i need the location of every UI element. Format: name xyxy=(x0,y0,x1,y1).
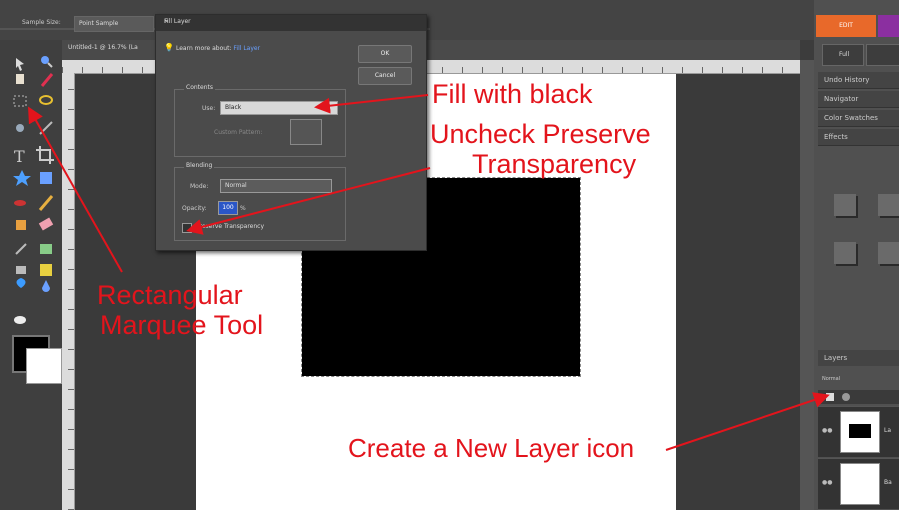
blending-legend: Blending xyxy=(184,162,215,169)
layer-thumbnail xyxy=(840,463,880,505)
cancel-button[interactable]: Cancel xyxy=(358,67,412,85)
mode-label: Mode: xyxy=(190,183,209,190)
layers-toolbar xyxy=(818,390,899,404)
layer-name: La xyxy=(884,427,892,434)
layer-row[interactable]: ●● Ba xyxy=(818,458,899,509)
close-icon[interactable]: × xyxy=(164,18,418,25)
opacity-input[interactable]: 100 xyxy=(218,201,238,215)
straighten-tool-icon[interactable] xyxy=(40,172,52,184)
panel-effects[interactable]: Effects xyxy=(818,129,899,146)
hand-tool-icon[interactable] xyxy=(16,74,24,84)
layer-thumbnail-black xyxy=(849,424,871,438)
full-edit-button[interactable]: Full xyxy=(822,44,864,66)
layer-thumbnail xyxy=(840,411,880,453)
effect-thumbnail[interactable] xyxy=(834,242,856,264)
uncheck-preserve-annotation-line1: Uncheck Preserve xyxy=(430,119,651,149)
rectangular-marquee-annotation-line2: Marquee Tool xyxy=(100,310,264,340)
paint-bucket-tool-icon[interactable] xyxy=(15,243,27,255)
tool-icons: T xyxy=(13,56,54,324)
effect-thumbnail[interactable] xyxy=(834,194,856,216)
panel-color-swatches[interactable]: Color Swatches xyxy=(818,110,899,127)
dialog-title-bar[interactable]: Fill Layer × xyxy=(156,15,426,31)
opacity-unit: % xyxy=(240,205,246,212)
custom-pattern-label: Custom Pattern: xyxy=(214,129,263,136)
create-mode-tab[interactable] xyxy=(878,15,899,37)
learn-more-link[interactable]: Fill Layer xyxy=(233,45,260,52)
magic-wand-tool-icon[interactable] xyxy=(39,121,53,135)
layer-name: Ba xyxy=(884,479,892,486)
brush-tool-icon[interactable] xyxy=(38,195,54,211)
clone-stamp-tool-icon[interactable] xyxy=(16,220,26,230)
contents-legend: Contents xyxy=(184,84,215,91)
rectangular-marquee-tool-icon[interactable] xyxy=(13,95,27,107)
layer-blend-mode[interactable]: Normal xyxy=(822,373,899,385)
effect-thumbnail[interactable] xyxy=(878,194,899,216)
adjustment-layer-icon[interactable] xyxy=(842,393,850,401)
background-color-swatch[interactable] xyxy=(26,348,62,384)
smart-brush-tool-icon[interactable] xyxy=(14,316,26,324)
visibility-icon[interactable]: ●● xyxy=(822,479,832,486)
vertical-scrollbar[interactable] xyxy=(800,60,814,510)
opacity-label: Opacity: xyxy=(182,205,207,212)
use-dropdown[interactable]: Black xyxy=(220,101,338,115)
gradient-tool-icon[interactable] xyxy=(40,244,52,254)
cookie-cutter-tool-icon[interactable] xyxy=(13,170,31,186)
document-title[interactable]: Untitled-1 @ 16.7% (La xyxy=(68,44,138,51)
lasso-tool-icon[interactable] xyxy=(39,95,53,105)
effect-thumbnail[interactable] xyxy=(878,242,899,264)
fill-layer-dialog: Fill Layer × 💡 Learn more about: Fill La… xyxy=(155,14,427,251)
svg-text:T: T xyxy=(14,147,25,166)
learn-more-text: Learn more about: Fill Layer xyxy=(176,45,260,52)
layer-row[interactable]: ●● La xyxy=(818,406,899,457)
eyedropper-tool-icon[interactable] xyxy=(40,73,54,87)
edit-mode-tab[interactable]: EDIT xyxy=(816,15,876,37)
shape-tool-icon[interactable] xyxy=(16,266,26,274)
custom-pattern-swatch xyxy=(290,119,322,145)
rectangular-marquee-annotation-line1: Rectangular xyxy=(97,280,243,310)
preserve-transparency-checkbox[interactable] xyxy=(182,223,192,233)
blur-tool-icon[interactable] xyxy=(40,264,52,276)
uncheck-preserve-annotation-line2: Transparency xyxy=(472,149,637,179)
quick-edit-button[interactable] xyxy=(866,44,899,66)
mode-dropdown[interactable]: Normal xyxy=(220,179,332,193)
lightbulb-icon: 💡 xyxy=(164,43,174,52)
crop-tool-icon[interactable] xyxy=(36,146,54,164)
eraser-tool-icon[interactable] xyxy=(38,217,54,231)
preserve-transparency-label: Preserve Transparency xyxy=(196,223,264,230)
zoom-tool-icon[interactable] xyxy=(41,56,53,68)
panel-navigator[interactable]: Navigator xyxy=(818,91,899,108)
quick-selection-tool-icon[interactable] xyxy=(16,124,24,132)
learn-more-label: Learn more about: xyxy=(176,45,232,52)
use-label: Use: xyxy=(202,105,216,112)
sample-size-dropdown[interactable]: Point Sample xyxy=(74,16,154,32)
fill-with-black-annotation: Fill with black xyxy=(432,79,593,109)
panel-undo-history[interactable]: Undo History xyxy=(818,72,899,89)
vertical-ruler xyxy=(62,73,75,510)
red-eye-tool-icon[interactable] xyxy=(14,200,26,206)
create-new-layer-annotation: Create a New Layer icon xyxy=(348,433,635,463)
layers-panel-header[interactable]: Layers xyxy=(818,350,899,366)
tool-options-bar: Sample Size: Point Sample xyxy=(0,0,899,40)
move-tool-icon[interactable] xyxy=(16,58,24,71)
sample-size-label: Sample Size: xyxy=(22,19,61,26)
type-tool-icon[interactable]: T xyxy=(14,147,25,166)
new-layer-icon[interactable] xyxy=(826,393,834,401)
sharpen-tool-icon[interactable] xyxy=(42,280,50,292)
toolbox: T xyxy=(0,40,63,510)
visibility-icon[interactable]: ●● xyxy=(822,427,832,434)
sponge-tool-icon[interactable] xyxy=(16,278,26,288)
ok-button[interactable]: OK xyxy=(358,45,412,63)
